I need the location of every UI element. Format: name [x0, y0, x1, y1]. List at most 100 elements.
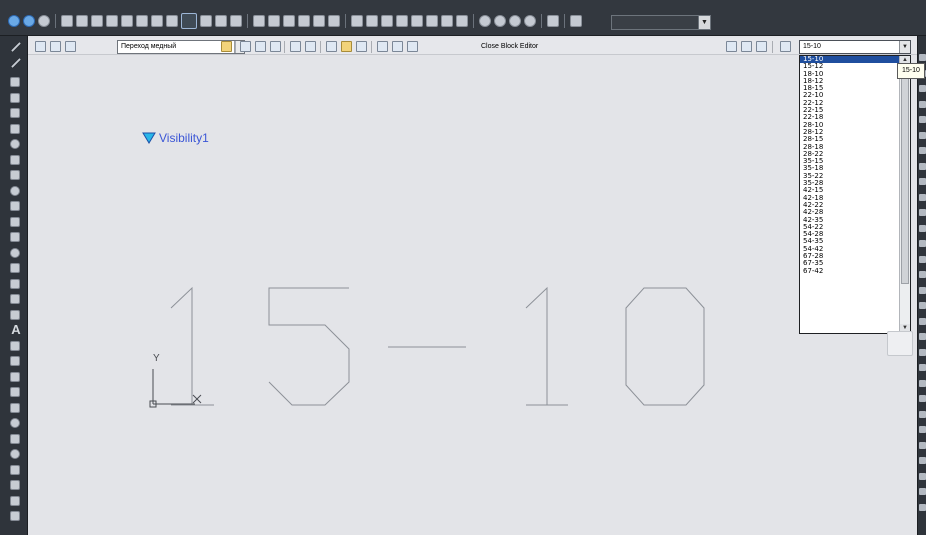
wireframe-icon[interactable]: [215, 15, 227, 27]
dimension-linear-tool-icon[interactable]: [10, 356, 20, 366]
undo-icon[interactable]: [356, 41, 367, 52]
make-block-tool-icon[interactable]: [10, 232, 20, 242]
continue-tool-icon[interactable]: [10, 511, 20, 521]
drawing-canvas[interactable]: [28, 36, 917, 535]
modify-tool-icon[interactable]: [919, 147, 926, 154]
solid-box-icon[interactable]: [253, 15, 265, 27]
parameter-set-icon[interactable]: [270, 41, 281, 52]
circle-tool-icon[interactable]: [10, 139, 20, 149]
dimension-ordinate-tool-icon[interactable]: [10, 402, 20, 413]
visibility-state-list[interactable]: 15-10 15-12 18-10 18-12 18-15 22-10 22-12 22-15…: [799, 55, 911, 334]
scrollbar-thumb[interactable]: [901, 66, 909, 284]
view-top-icon[interactable]: [61, 15, 73, 27]
solid-cone-icon[interactable]: [283, 15, 295, 27]
visibility-state-item[interactable]: 67-42: [800, 267, 900, 275]
modify-tool-icon[interactable]: [919, 317, 926, 325]
modify-tool-icon[interactable]: [919, 85, 926, 92]
modify-tool-icon[interactable]: [919, 348, 926, 356]
dimension-jogged-tool-icon[interactable]: [10, 433, 20, 444]
view-left-icon[interactable]: [91, 15, 103, 27]
update-icon[interactable]: [341, 41, 352, 52]
polyline-tool-icon[interactable]: [10, 77, 20, 87]
block-table-icon[interactable]: [305, 41, 316, 52]
make-invisible-icon[interactable]: [741, 41, 752, 52]
quick-dimension-tool-icon[interactable]: [10, 480, 20, 490]
scene-icon[interactable]: [524, 15, 536, 27]
orbit-continuous-icon[interactable]: [38, 15, 50, 27]
visibility-mode-icon[interactable]: [756, 41, 767, 52]
orbit-free-icon[interactable]: [23, 15, 35, 27]
edit-block-icon[interactable]: [35, 41, 46, 52]
modify-tool-icon[interactable]: [919, 364, 926, 371]
modify-tool-icon[interactable]: [919, 441, 926, 449]
modify-tool-icon[interactable]: [919, 410, 926, 418]
view-front-icon[interactable]: [121, 15, 133, 27]
revolve-icon[interactable]: [366, 15, 378, 27]
walk-icon[interactable]: [570, 15, 582, 27]
modify-tool-icon[interactable]: [919, 503, 926, 511]
visibility-states-icon[interactable]: [780, 41, 791, 52]
solid-wedge-icon[interactable]: [268, 15, 280, 27]
orbit-icon[interactable]: [8, 15, 20, 27]
solid-sphere-icon[interactable]: [298, 15, 310, 27]
modify-tool-icon[interactable]: [919, 131, 926, 139]
view-bottom-icon[interactable]: [76, 15, 88, 27]
modify-tool-icon[interactable]: [919, 54, 926, 61]
hatch-tool-icon[interactable]: [10, 263, 20, 273]
section-icon[interactable]: [396, 15, 408, 27]
authoring-palettes-icon[interactable]: [221, 41, 232, 52]
modify-tool-icon[interactable]: [919, 271, 926, 278]
hidden-icon[interactable]: [230, 15, 242, 27]
camera-icon[interactable]: [547, 15, 559, 27]
visibility-list-scrollbar[interactable]: ▲ ▼: [899, 56, 910, 333]
modify-tool-icon[interactable]: [919, 193, 926, 201]
close-block-editor-button[interactable]: Close Block Editor: [481, 41, 538, 53]
construction-line-tool-icon[interactable]: [11, 57, 21, 68]
modify-tool-icon[interactable]: [919, 333, 926, 340]
multiline-text-tool-icon[interactable]: A: [10, 323, 22, 336]
function-icon[interactable]: [392, 41, 403, 52]
modify-tool-icon[interactable]: [919, 240, 926, 247]
modify-tool-icon[interactable]: [919, 116, 926, 123]
revision-cloud-tool-icon[interactable]: [10, 154, 20, 165]
dimension-aligned-tool-icon[interactable]: [10, 371, 20, 382]
polygon-tool-icon[interactable]: [10, 92, 20, 103]
modify-tool-icon[interactable]: [919, 209, 926, 216]
shade-icon[interactable]: [200, 15, 212, 27]
region-tool-icon[interactable]: [10, 294, 20, 304]
attribute-definition-icon[interactable]: [290, 41, 301, 52]
insert-block-tool-icon[interactable]: [10, 216, 20, 227]
point-tool-icon[interactable]: [10, 247, 20, 258]
modify-tool-icon[interactable]: [919, 255, 926, 263]
dimension-diameter-tool-icon[interactable]: [10, 449, 20, 459]
modify-tool-icon[interactable]: [919, 472, 926, 480]
modify-tool-icon[interactable]: [919, 395, 926, 402]
view-se-iso-icon[interactable]: [166, 15, 178, 27]
table-tool-icon[interactable]: [10, 309, 20, 320]
modify-tool-icon[interactable]: [919, 457, 926, 464]
solid-cylinder-icon[interactable]: [313, 15, 325, 27]
define-attribute-icon[interactable]: [377, 41, 388, 52]
action-icon[interactable]: [255, 41, 266, 52]
chevron-down-icon[interactable]: ▼: [899, 41, 910, 53]
add-selected-tool-icon[interactable]: [10, 340, 20, 351]
modify-tool-icon[interactable]: [919, 302, 926, 309]
modify-tool-icon[interactable]: [919, 426, 926, 433]
baseline-tool-icon[interactable]: [10, 495, 20, 506]
modify-tool-icon[interactable]: [919, 100, 926, 108]
extrude-icon[interactable]: [351, 15, 363, 27]
visibility-grip-icon[interactable]: [142, 132, 156, 144]
modify-tool-icon[interactable]: [919, 178, 926, 185]
save-block-icon[interactable]: [50, 41, 61, 52]
ellipse-tool-icon[interactable]: [10, 185, 20, 196]
arc-tool-icon[interactable]: [10, 123, 20, 134]
modify-tool-icon[interactable]: [919, 379, 926, 387]
ellipse-arc-tool-icon[interactable]: [10, 201, 20, 211]
union-icon[interactable]: [426, 15, 438, 27]
line-tool-icon[interactable]: [11, 42, 21, 52]
modify-tool-icon[interactable]: [919, 224, 926, 232]
block-editor-active-icon[interactable]: [181, 13, 197, 29]
parameter-icon[interactable]: [240, 41, 251, 52]
slice-icon[interactable]: [381, 15, 393, 27]
dimension-arc-tool-icon[interactable]: [10, 387, 20, 397]
